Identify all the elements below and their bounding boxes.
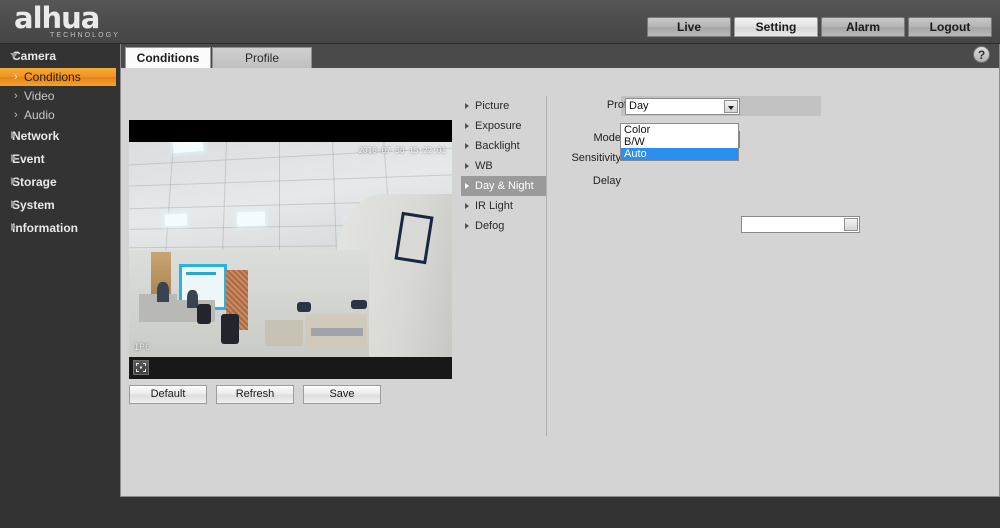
help-icon[interactable]: ? bbox=[973, 46, 990, 63]
settings-item-exposure-label: Exposure bbox=[475, 120, 522, 132]
sidebar-group-camera[interactable]: Camera bbox=[0, 45, 120, 67]
settings-item-defog-label: Defog bbox=[475, 220, 505, 232]
sensitivity-label: Sensitivity bbox=[571, 152, 621, 164]
ceiling-light bbox=[236, 211, 266, 227]
sidebar-item-video-label: Video bbox=[24, 89, 55, 103]
settings-item-wb-label: WB bbox=[475, 160, 493, 172]
delay-label: Delay bbox=[592, 175, 621, 187]
mode-dropdown-list[interactable]: Color B/W Auto bbox=[620, 123, 739, 161]
nav-live-button[interactable]: Live bbox=[647, 17, 731, 37]
mode-option-auto[interactable]: Auto bbox=[621, 148, 738, 160]
brand-name: alhua bbox=[14, 1, 100, 35]
sidebar-item-conditions[interactable]: › Conditions bbox=[0, 68, 116, 86]
video-scene: 2018-07-30 15:22:01 IPC bbox=[129, 142, 452, 357]
settings-submenu: Picture Exposure Backlight WB Day & Nigh… bbox=[461, 96, 547, 436]
sidebar-group-storage-label: Storage bbox=[12, 175, 57, 189]
caret-right-icon bbox=[465, 103, 469, 109]
sidebar-item-audio-label: Audio bbox=[24, 108, 55, 122]
caret-right-icon bbox=[465, 203, 469, 209]
chevron-right-icon: › bbox=[14, 109, 18, 121]
chevron-right-icon: › bbox=[14, 71, 18, 83]
settings-item-picture[interactable]: Picture bbox=[461, 96, 546, 116]
fullscreen-icon[interactable] bbox=[133, 360, 149, 375]
video-channel-name: IPC bbox=[134, 343, 151, 353]
delay-input[interactable] bbox=[741, 216, 860, 233]
sidebar-item-audio[interactable]: › Audio bbox=[0, 106, 120, 124]
settings-item-picture-label: Picture bbox=[475, 100, 510, 112]
brand-logo: alhua TECHNOLOGY bbox=[14, 1, 184, 41]
refresh-button[interactable]: Refresh bbox=[216, 385, 294, 404]
app-header: alhua TECHNOLOGY Live Setting Alarm Logo… bbox=[0, 0, 1000, 44]
mode-option-bw[interactable]: B/W bbox=[621, 136, 738, 148]
whiteboard-content bbox=[186, 272, 216, 275]
tab-conditions[interactable]: Conditions bbox=[125, 47, 211, 68]
caret-right-icon bbox=[465, 223, 469, 229]
settings-item-defog[interactable]: Defog bbox=[461, 216, 546, 236]
mode-option-color[interactable]: Color bbox=[621, 124, 738, 136]
sidebar-group-storage[interactable]: Storage bbox=[0, 171, 120, 193]
video-preview[interactable]: 2018-07-30 15:22:01 IPC bbox=[129, 120, 452, 379]
settings-item-exposure[interactable]: Exposure bbox=[461, 116, 546, 136]
sidebar-group-system[interactable]: System bbox=[0, 194, 120, 216]
nav-setting-button[interactable]: Setting bbox=[734, 17, 818, 37]
sidebar-group-information[interactable]: Information bbox=[0, 217, 120, 239]
caret-right-icon bbox=[465, 183, 469, 189]
profile-select[interactable]: Day bbox=[625, 98, 740, 115]
chevron-right-icon: › bbox=[14, 90, 18, 102]
nav-logout-button[interactable]: Logout bbox=[908, 17, 992, 37]
tab-profile-management[interactable]: Profile Management bbox=[212, 47, 312, 85]
content-area: 2018-07-30 15:22:01 IPC Default Refresh … bbox=[121, 68, 999, 496]
brand-tagline: TECHNOLOGY bbox=[50, 32, 121, 39]
sidebar-group-camera-label: Camera bbox=[12, 49, 57, 63]
caret-right-icon bbox=[11, 177, 16, 185]
settings-item-wb[interactable]: WB bbox=[461, 156, 546, 176]
mode-label: Mode bbox=[593, 132, 621, 144]
top-nav: Live Setting Alarm Logout bbox=[644, 17, 992, 37]
caret-down-icon bbox=[10, 53, 18, 58]
furniture bbox=[311, 328, 363, 336]
settings-item-backlight[interactable]: Backlight bbox=[461, 136, 546, 156]
action-buttons: Default Refresh Save bbox=[129, 385, 390, 404]
caret-right-icon bbox=[465, 163, 469, 169]
caret-right-icon bbox=[465, 143, 469, 149]
tab-strip: Conditions Profile Management bbox=[121, 44, 999, 85]
chair bbox=[297, 302, 311, 312]
chair bbox=[197, 304, 211, 324]
settings-item-backlight-label: Backlight bbox=[475, 140, 520, 152]
stepper-icon[interactable] bbox=[844, 218, 858, 231]
caret-right-icon bbox=[11, 200, 16, 208]
ceiling-light bbox=[164, 213, 188, 227]
settings-item-ir-light[interactable]: IR Light bbox=[461, 196, 546, 216]
chair bbox=[351, 300, 367, 309]
profile-select-value: Day bbox=[629, 100, 649, 112]
sidebar-group-event[interactable]: Event bbox=[0, 148, 120, 170]
video-timestamp: 2018-07-30 15:22:01 bbox=[358, 146, 446, 155]
furniture bbox=[265, 320, 303, 346]
sidebar-item-conditions-label: Conditions bbox=[24, 70, 81, 84]
video-toolbar bbox=[129, 357, 452, 379]
sidebar-group-network[interactable]: Network bbox=[0, 125, 120, 147]
caret-right-icon bbox=[465, 123, 469, 129]
person bbox=[157, 282, 169, 302]
sidebar: Camera › Conditions › Video › Audio Netw… bbox=[0, 44, 120, 528]
sidebar-group-information-label: Information bbox=[12, 221, 78, 235]
settings-item-ir-light-label: IR Light bbox=[475, 200, 513, 212]
save-button[interactable]: Save bbox=[303, 385, 381, 404]
settings-item-day-and-night[interactable]: Day & Night bbox=[461, 176, 546, 196]
chevron-down-icon[interactable] bbox=[724, 100, 738, 113]
nav-alarm-button[interactable]: Alarm bbox=[821, 17, 905, 37]
sidebar-group-event-label: Event bbox=[12, 152, 45, 166]
main-panel: Conditions Profile Management ? bbox=[120, 44, 1000, 497]
sidebar-group-system-label: System bbox=[12, 198, 55, 212]
sidebar-item-video[interactable]: › Video bbox=[0, 87, 120, 105]
caret-right-icon bbox=[11, 154, 16, 162]
caret-right-icon bbox=[11, 131, 16, 139]
sidebar-group-network-label: Network bbox=[12, 129, 60, 143]
chair bbox=[221, 314, 239, 344]
settings-item-day-and-night-label: Day & Night bbox=[475, 180, 534, 192]
caret-right-icon bbox=[11, 223, 16, 231]
default-button[interactable]: Default bbox=[129, 385, 207, 404]
